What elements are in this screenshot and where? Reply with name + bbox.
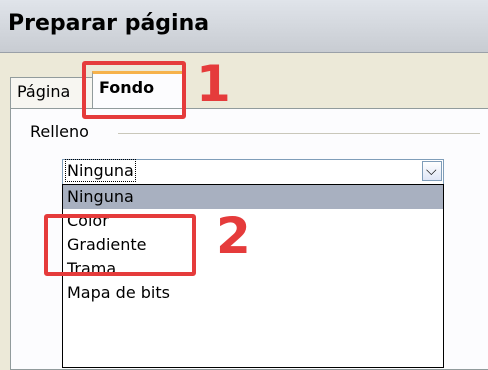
option-ninguna[interactable]: Ninguna — [63, 185, 443, 209]
callout-number-1: 1 — [196, 55, 231, 113]
fill-group-label: Relleno — [30, 122, 95, 141]
dropdown-toggle-button[interactable]: ⌵ — [422, 161, 442, 181]
fill-dropdown-value: Ninguna — [65, 159, 136, 182]
fill-dropdown-list: Ninguna Color Gradiente Trama Mapa de bi… — [62, 184, 444, 368]
option-mapa-de-bits[interactable]: Mapa de bits — [63, 281, 443, 305]
dialog-titlebar: Preparar página — [0, 0, 488, 53]
fill-dropdown[interactable]: Ninguna ⌵ — [62, 159, 444, 185]
tabstrip: Página Fondo — [10, 69, 480, 112]
callout-box-2 — [44, 214, 196, 276]
group-divider — [118, 133, 480, 134]
callout-box-1 — [82, 61, 186, 119]
callout-number-2: 2 — [216, 207, 251, 265]
chevron-down-icon: ⌵ — [426, 163, 437, 179]
dialog-title: Preparar página — [8, 11, 210, 36]
